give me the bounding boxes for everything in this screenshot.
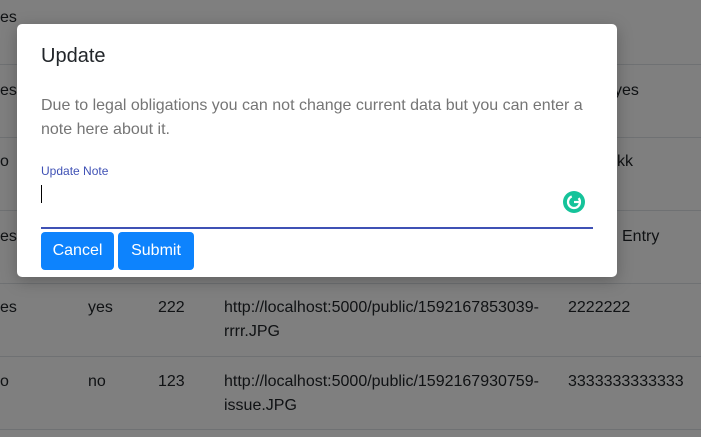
dialog-message: Due to legal obligations you can not cha…	[41, 97, 583, 138]
grammarly-icon[interactable]	[563, 191, 585, 213]
update-note-label: Update Note	[41, 164, 109, 178]
update-note-input[interactable]	[41, 181, 593, 229]
submit-button[interactable]: Submit	[118, 232, 194, 270]
update-dialog: Update Due to legal obligations you can …	[17, 24, 617, 277]
text-caret	[41, 185, 42, 203]
dialog-title: Update	[41, 45, 106, 67]
cancel-button[interactable]: Cancel	[41, 232, 114, 270]
